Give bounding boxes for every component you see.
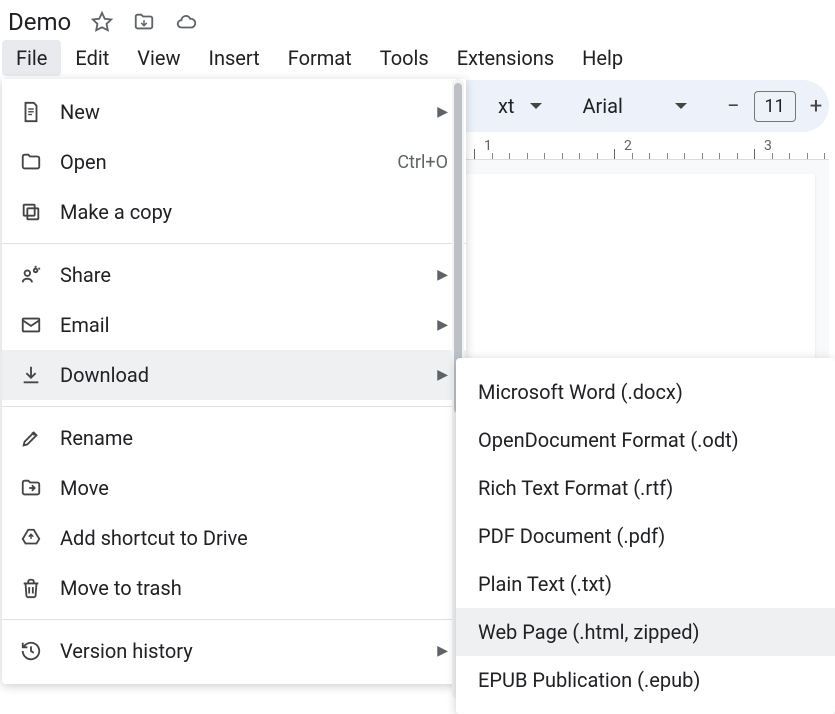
file-rename[interactable]: Rename [2, 413, 466, 463]
menu-file[interactable]: File [2, 40, 61, 76]
chevron-right-icon: ▶ [437, 267, 448, 283]
file-version-history[interactable]: Version history ▶ [2, 626, 466, 676]
copy-icon [18, 199, 44, 225]
move-icon [18, 475, 44, 501]
email-icon [18, 312, 44, 338]
font-select[interactable]: Arial [582, 94, 686, 118]
share-icon [18, 262, 44, 288]
file-email[interactable]: Email ▶ [2, 300, 466, 350]
file-add-shortcut-to-drive[interactable]: Add shortcut to Drive [2, 513, 466, 563]
ruler-tick [562, 153, 563, 159]
file-share[interactable]: Share ▶ [2, 250, 466, 300]
ruler-tick [632, 153, 633, 159]
menu-separator [2, 243, 466, 244]
paragraph-style-select[interactable]: xt [498, 94, 542, 118]
download-submenu: Microsoft Word (.docx) OpenDocument Form… [456, 358, 835, 714]
menu-item-shortcut: Ctrl+O [397, 152, 448, 173]
ruler-tick [719, 153, 720, 159]
ruler-tick [772, 153, 773, 159]
file-move[interactable]: Move [2, 463, 466, 513]
ruler-tick [527, 153, 528, 159]
decrease-font-size-button[interactable]: − [727, 93, 740, 119]
menu-help[interactable]: Help [568, 40, 637, 76]
ruler-tick [667, 153, 668, 159]
menu-item-label: Open [60, 150, 381, 174]
menu-separator [2, 619, 466, 620]
ruler-mark: 1 [484, 138, 492, 154]
menu-insert[interactable]: Insert [195, 40, 274, 76]
ruler-tick [737, 153, 738, 159]
menu-view[interactable]: View [123, 40, 194, 76]
menu-tools[interactable]: Tools [366, 40, 443, 76]
menu-item-label: Rename [60, 426, 448, 450]
ruler-tick [579, 153, 580, 159]
chevron-right-icon: ▶ [437, 317, 448, 333]
ruler-mark: 3 [764, 138, 772, 154]
menu-item-label: Download [60, 363, 421, 387]
download-odt[interactable]: OpenDocument Format (.odt) [456, 416, 835, 464]
ruler-mark: 2 [624, 138, 632, 154]
history-icon [18, 638, 44, 664]
menu-edit[interactable]: Edit [61, 40, 123, 76]
file-menu-dropdown: New ▶ Open Ctrl+O Make a copy Share ▶ Em… [2, 79, 466, 684]
file-move-to-trash[interactable]: Move to trash [2, 563, 466, 613]
download-epub[interactable]: EPUB Publication (.epub) [456, 656, 835, 704]
menu-item-label: Share [60, 263, 421, 287]
ruler-tick [492, 153, 493, 159]
ruler-tick [474, 149, 475, 159]
file-new[interactable]: New ▶ [2, 87, 466, 137]
ruler-tick [509, 153, 510, 159]
ruler-tick [789, 153, 790, 159]
file-open[interactable]: Open Ctrl+O [2, 137, 466, 187]
chevron-right-icon: ▶ [437, 643, 448, 659]
ruler-tick [597, 153, 598, 159]
menu-item-label: Make a copy [60, 200, 448, 224]
ruler-tick [544, 153, 545, 159]
cloud-saved-icon[interactable] [175, 11, 197, 33]
ruler-tick [649, 153, 650, 159]
menu-separator [2, 406, 466, 407]
ruler-tick [754, 149, 755, 159]
increase-font-size-button[interactable]: + [810, 93, 822, 119]
ruler-tick [824, 153, 825, 159]
download-pdf[interactable]: PDF Document (.pdf) [456, 512, 835, 560]
menu-item-label: New [60, 100, 421, 124]
menu-item-label: Version history [60, 639, 421, 663]
document-title[interactable]: Demo [6, 8, 71, 36]
menu-extensions[interactable]: Extensions [443, 40, 568, 76]
ruler-tick [684, 153, 685, 159]
chevron-down-icon [530, 103, 542, 109]
download-icon [18, 362, 44, 388]
download-rtf[interactable]: Rich Text Format (.rtf) [456, 464, 835, 512]
paragraph-style-label: xt [498, 94, 514, 118]
font-size-input[interactable]: 11 [754, 91, 796, 122]
ruler-tick [614, 149, 615, 159]
ruler-tick [807, 153, 808, 159]
download-txt[interactable]: Plain Text (.txt) [456, 560, 835, 608]
folder-icon [18, 149, 44, 175]
chevron-right-icon: ▶ [437, 104, 448, 120]
menu-item-label: Add shortcut to Drive [60, 526, 448, 550]
doc-icon [18, 99, 44, 125]
download-docx[interactable]: Microsoft Word (.docx) [456, 368, 835, 416]
menubar: File Edit View Insert Format Tools Exten… [0, 40, 835, 76]
menu-item-label: Move to trash [60, 576, 448, 600]
file-make-a-copy[interactable]: Make a copy [2, 187, 466, 237]
star-icon[interactable] [91, 11, 113, 33]
rename-icon [18, 425, 44, 451]
move-folder-icon[interactable] [133, 11, 155, 33]
chevron-down-icon [675, 103, 687, 109]
file-download[interactable]: Download ▶ [2, 350, 466, 400]
trash-icon [18, 575, 44, 601]
ruler-tick [702, 153, 703, 159]
menu-item-label: Move [60, 476, 448, 500]
menu-format[interactable]: Format [274, 40, 366, 76]
menu-item-label: Email [60, 313, 421, 337]
download-html[interactable]: Web Page (.html, zipped) [456, 608, 835, 656]
font-label: Arial [582, 94, 622, 118]
drive-shortcut-icon [18, 525, 44, 551]
chevron-right-icon: ▶ [437, 367, 448, 383]
